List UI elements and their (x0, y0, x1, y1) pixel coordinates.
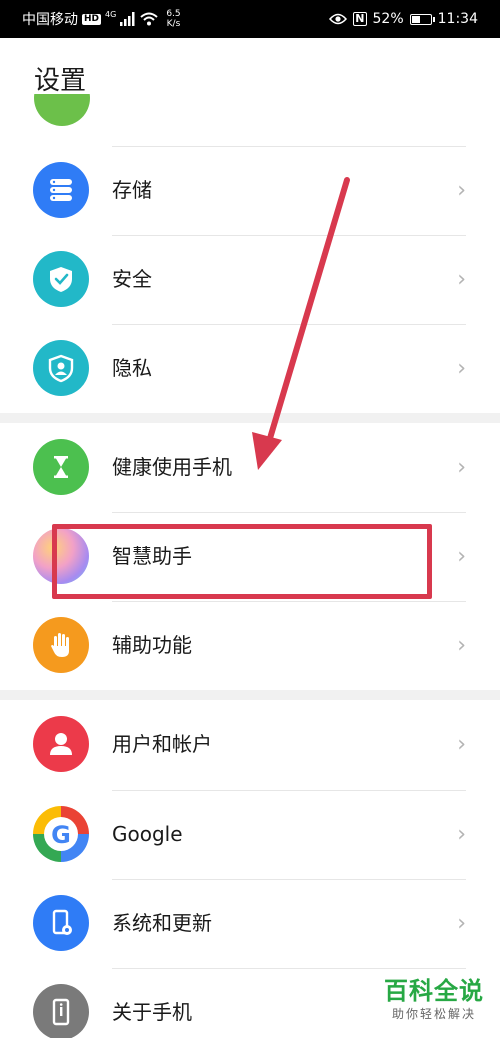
annotation-highlight-box (52, 524, 432, 599)
annotation-arrow (252, 177, 350, 470)
watermark-subtitle: 助你轻松解决 (391, 1007, 476, 1021)
settings-screen: 中国移动 HD 4G 6.5 K/s N 52% 11:34 设置 存储 › 安… (0, 0, 500, 1038)
watermark-title: 百科全说 (384, 977, 484, 1005)
watermark-logo: 百科全说 助你轻松解决 (384, 976, 484, 1022)
